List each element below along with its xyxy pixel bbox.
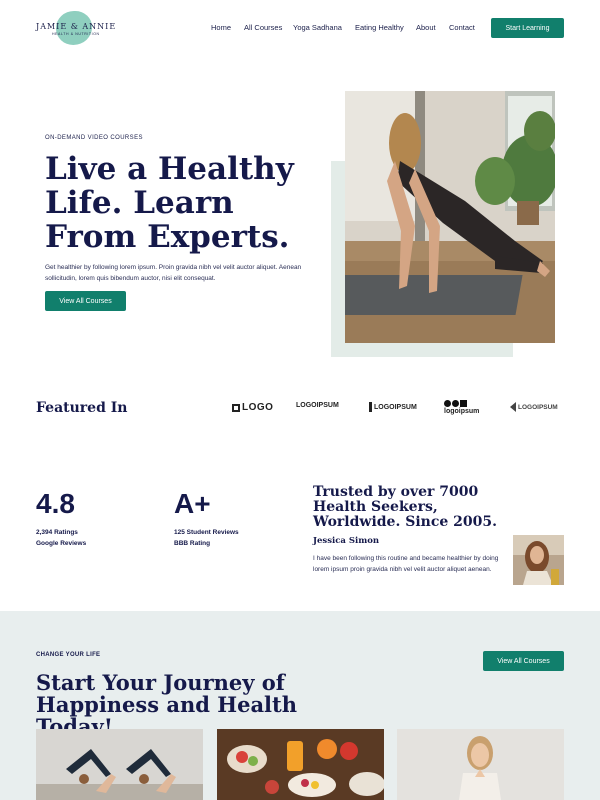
yoga-course-image [36,729,203,800]
course-card-nutrition[interactable] [217,729,384,800]
featured-logo-4-text: logoipsum [444,408,480,415]
bbb-rating-label: BBB Rating [174,540,211,547]
featured-logo-1: LOGO [232,402,273,413]
nav-home[interactable]: Home [211,23,231,32]
yoga-pose-illustration [345,91,555,343]
brand-tagline: HEALTH & NUTRITION [52,32,100,36]
nav-yoga-sadhana[interactable]: Yoga Sadhana [293,23,342,32]
featured-logo-3: LOGOIPSUM [369,402,417,412]
nav-contact[interactable]: Contact [449,23,475,32]
course-card-meditation[interactable] [397,729,564,800]
meditation-course-image [397,729,564,800]
journey-eyebrow: CHANGE YOUR LIFE [36,652,101,658]
featured-logo-2: LOGOIPSUM [296,402,339,409]
rating-value: 4.8 [36,488,75,519]
bbb-grade-value: A+ [174,488,211,519]
featured-logo-3-text: LOGOIPSUM [374,403,417,411]
hero-view-courses-button[interactable]: View All Courses [45,291,126,311]
hero-title: Live a Healthy Life. Learn From Experts. [45,151,294,255]
brand-logo[interactable]: JAMIE & ANNIE HEALTH & NUTRITION [36,11,116,47]
journey-view-courses-button[interactable]: View All Courses [483,651,564,671]
reviewer-name: Jessica Simon [313,536,380,546]
reviewer-avatar [513,535,564,585]
nav-about[interactable]: About [416,23,436,32]
site-header: JAMIE & ANNIE HEALTH & NUTRITION Home Al… [0,0,600,56]
featured-logo-5: LOGOIPSUM [510,402,558,412]
featured-logo-5-mark [510,402,516,412]
featured-logo-3-mark [369,402,372,412]
course-card-yoga[interactable] [36,729,203,800]
nav-all-courses[interactable]: All Courses [244,23,282,32]
featured-logo-5-text: LOGOIPSUM [518,403,558,411]
featured-logo-1-mark [232,403,240,412]
featured-logo-4-mark [444,400,467,407]
nav-eating-healthy[interactable]: Eating Healthy [355,23,404,32]
hero-text: Get healthier by following lorem ipsum. … [45,264,302,282]
trust-title: Trusted by over 7000 Health Seekers, Wor… [313,484,497,530]
rating-source: Google Reviews [36,540,87,547]
food-course-image [217,729,384,800]
rating-count: 2,394 Ratings [36,529,78,536]
featured-in-title: Featured In [36,400,128,416]
hero-eyebrow: ON-DEMAND VIDEO COURSES [45,135,143,141]
review-text: I have been following this routine and b… [313,555,499,573]
hero-yoga-photo [345,91,555,343]
featured-logo-1-text: LOGO [242,402,274,413]
reviewer-portrait [513,535,564,585]
brand-name: JAMIE & ANNIE [36,22,117,31]
featured-logo-4: logoipsum [444,400,479,415]
start-learning-button[interactable]: Start Learning [491,18,564,38]
student-reviews-count: 125 Student Reviews [174,529,239,536]
